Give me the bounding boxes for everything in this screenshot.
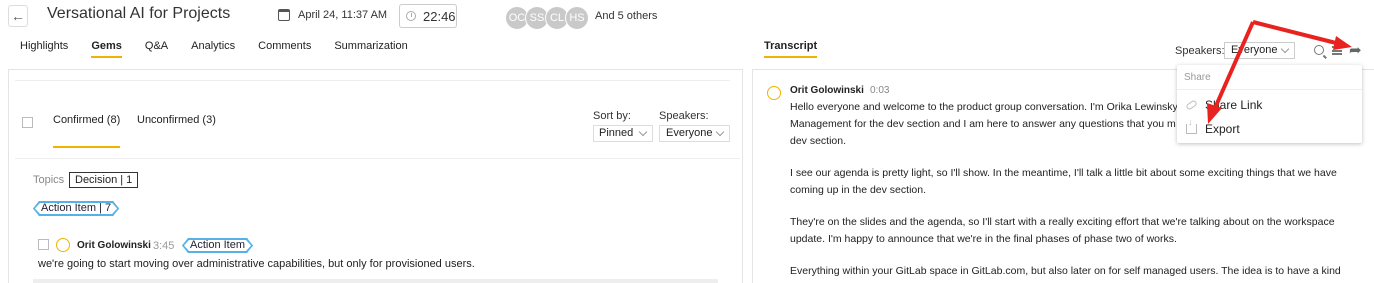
- menu-icon[interactable]: [1332, 46, 1342, 55]
- clock-icon: [406, 11, 416, 21]
- divider: [1177, 89, 1362, 90]
- topic-chip-action-item[interactable]: Action Item | 7: [33, 201, 119, 216]
- transcript-paragraph: They're on the slides and the agenda, so…: [790, 216, 1335, 245]
- gem-text: we're going to start moving over adminis…: [38, 258, 475, 270]
- topics-label: Topics: [33, 174, 65, 186]
- topic-chip-decision[interactable]: Decision | 1: [69, 172, 139, 188]
- speakers-label: Speakers:: [659, 110, 709, 122]
- arrow-left-icon: ←: [11, 8, 25, 24]
- tab-analytics[interactable]: Analytics: [191, 40, 235, 58]
- tab-qa[interactable]: Q&A: [145, 40, 168, 58]
- share-dropdown-title: Share: [1184, 72, 1211, 83]
- tab-gems[interactable]: Gems: [91, 40, 122, 58]
- transcript-speaker-name: Orit Golowinski: [790, 85, 864, 96]
- share-link-item[interactable]: Share Link: [1185, 98, 1262, 112]
- sort-select[interactable]: Pinned: [593, 125, 653, 142]
- transcript-speakers-label: Speakers:: [1175, 45, 1225, 57]
- transcript-speakers-select[interactable]: Everyone: [1224, 42, 1295, 59]
- select-all-checkbox[interactable]: [22, 117, 33, 128]
- duration-display: 22:46: [399, 4, 457, 28]
- sort-label: Sort by:: [593, 110, 631, 122]
- more-participants-link[interactable]: And 5 others: [595, 10, 657, 22]
- page-title: Versational AI for Projects: [47, 5, 231, 22]
- transcript-paragraph: Everything within your GitLab space in G…: [790, 265, 1341, 277]
- tab-unconfirmed[interactable]: Unconfirmed (3): [137, 114, 216, 126]
- tab-transcript[interactable]: Transcript: [764, 40, 818, 58]
- gem-footer-bar: [33, 279, 718, 283]
- speaker-avatar-icon: [767, 86, 781, 100]
- gem-checkbox[interactable]: [38, 239, 49, 250]
- search-icon[interactable]: [1314, 45, 1324, 55]
- tab-highlights[interactable]: Highlights: [20, 40, 68, 58]
- divider: [15, 80, 730, 81]
- tab-comments[interactable]: Comments: [258, 40, 311, 58]
- transcript-paragraph: I see our agenda is pretty light, so I'l…: [790, 167, 1337, 196]
- divider: [15, 158, 740, 159]
- tab-summarization[interactable]: Summarization: [334, 40, 407, 58]
- tab-confirmed[interactable]: Confirmed (8): [53, 114, 121, 148]
- share-icon[interactable]: ➦: [1349, 41, 1362, 59]
- participant-avatars[interactable]: OC SS CL HS: [505, 6, 589, 30]
- gem-timestamp[interactable]: 3:45: [153, 240, 174, 252]
- gem-tag[interactable]: Action Item: [182, 238, 253, 253]
- gem-speaker-name: Orit Golowinski: [77, 240, 151, 251]
- back-button[interactable]: ←: [8, 5, 28, 27]
- chevron-down-icon: [638, 127, 648, 137]
- download-icon: [1186, 117, 1197, 134]
- chevron-down-icon: [715, 127, 725, 137]
- speakers-select[interactable]: Everyone: [659, 125, 730, 142]
- export-item[interactable]: Export: [1186, 117, 1240, 136]
- annotation-arrow-share: [1252, 20, 1341, 46]
- meeting-date: April 24, 11:37 AM: [278, 9, 387, 21]
- chevron-down-icon: [1280, 44, 1290, 54]
- speaker-avatar-icon: [56, 238, 70, 252]
- avatar[interactable]: HS: [565, 6, 589, 30]
- main-tabs: Highlights Gems Q&A Analytics Comments S…: [20, 40, 408, 58]
- calendar-icon: [278, 9, 290, 21]
- transcript-timestamp[interactable]: 0:03: [870, 85, 889, 96]
- link-icon: [1185, 99, 1198, 111]
